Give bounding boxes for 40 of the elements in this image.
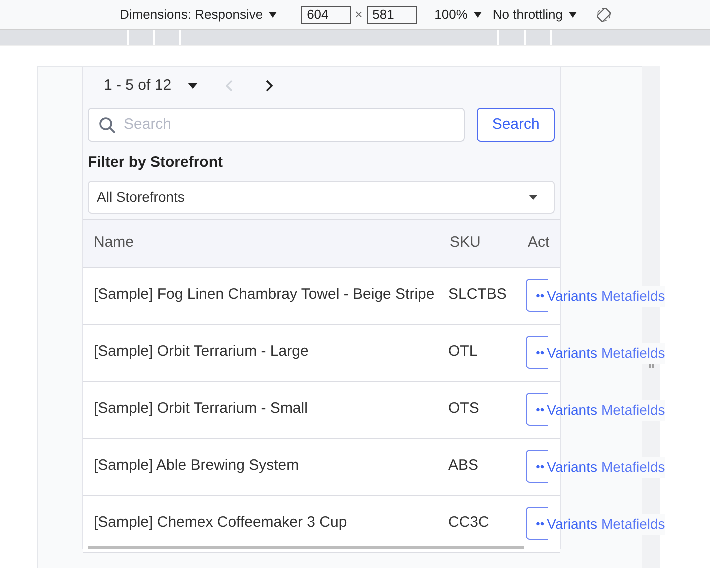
table-cell-text: OTS (448, 399, 480, 420)
table-cell-text: [Sample] Orbit Terrarium - Small (93, 399, 309, 420)
table-cell-text: [Sample] Chemex Coffeemaker 3 Cup (93, 513, 348, 534)
table-cell-text: [Sample] Orbit Terrarium - Large (93, 342, 310, 362)
action-link[interactable]: Metafields (601, 457, 666, 478)
action-link[interactable]: Metafields (601, 514, 666, 535)
filter-label: Filter by Storefront (87, 153, 224, 173)
action-link[interactable]: Variants (547, 286, 598, 307)
column-header: Name (93, 232, 136, 253)
more-dots: •• (536, 345, 545, 362)
table-cell-text: SLCTBS (448, 285, 508, 306)
column-header: Act (528, 232, 550, 253)
column-header: SKU (450, 232, 482, 253)
action-link[interactable]: Metafields (601, 343, 666, 364)
table-cell-text: [Sample] Able Brewing System (93, 456, 300, 476)
action-link[interactable]: Metafields (601, 286, 666, 307)
times-sign: × (355, 6, 363, 24)
action-link[interactable]: Variants (547, 457, 598, 478)
width-field[interactable]: 604 (301, 6, 352, 24)
height-field[interactable]: 581 (366, 6, 417, 24)
search-input[interactable]: Search (124, 114, 464, 136)
zoom-dropdown[interactable]: 100% (434, 4, 482, 24)
more-dots: •• (536, 288, 545, 305)
dimensions-dropdown[interactable]: Dimensions: Responsive (120, 4, 278, 24)
action-link[interactable]: Metafields (601, 400, 666, 421)
action-link[interactable]: Variants (547, 343, 598, 364)
table-cell-text: CC3C (448, 513, 490, 534)
action-link[interactable]: Variants (547, 400, 598, 421)
search-button[interactable]: Search (477, 108, 555, 142)
throttling-dropdown[interactable]: No throttling (492, 4, 578, 24)
more-dots: •• (536, 402, 545, 419)
action-link[interactable]: Variants (547, 514, 598, 535)
table-cell-text: [Sample] Fog Linen Chambray Towel - Beige Stripe (93, 285, 436, 306)
more-dots: •• (536, 459, 545, 476)
more-dots: •• (536, 516, 545, 533)
table-cell-text: OTL (448, 342, 479, 362)
search-field[interactable]: Search (88, 108, 466, 142)
table-cell-text: ABS (448, 456, 480, 476)
storefront-select[interactable]: All Storefronts (88, 180, 555, 214)
pagination-range: 1 - 5 of 12 (104, 76, 172, 96)
